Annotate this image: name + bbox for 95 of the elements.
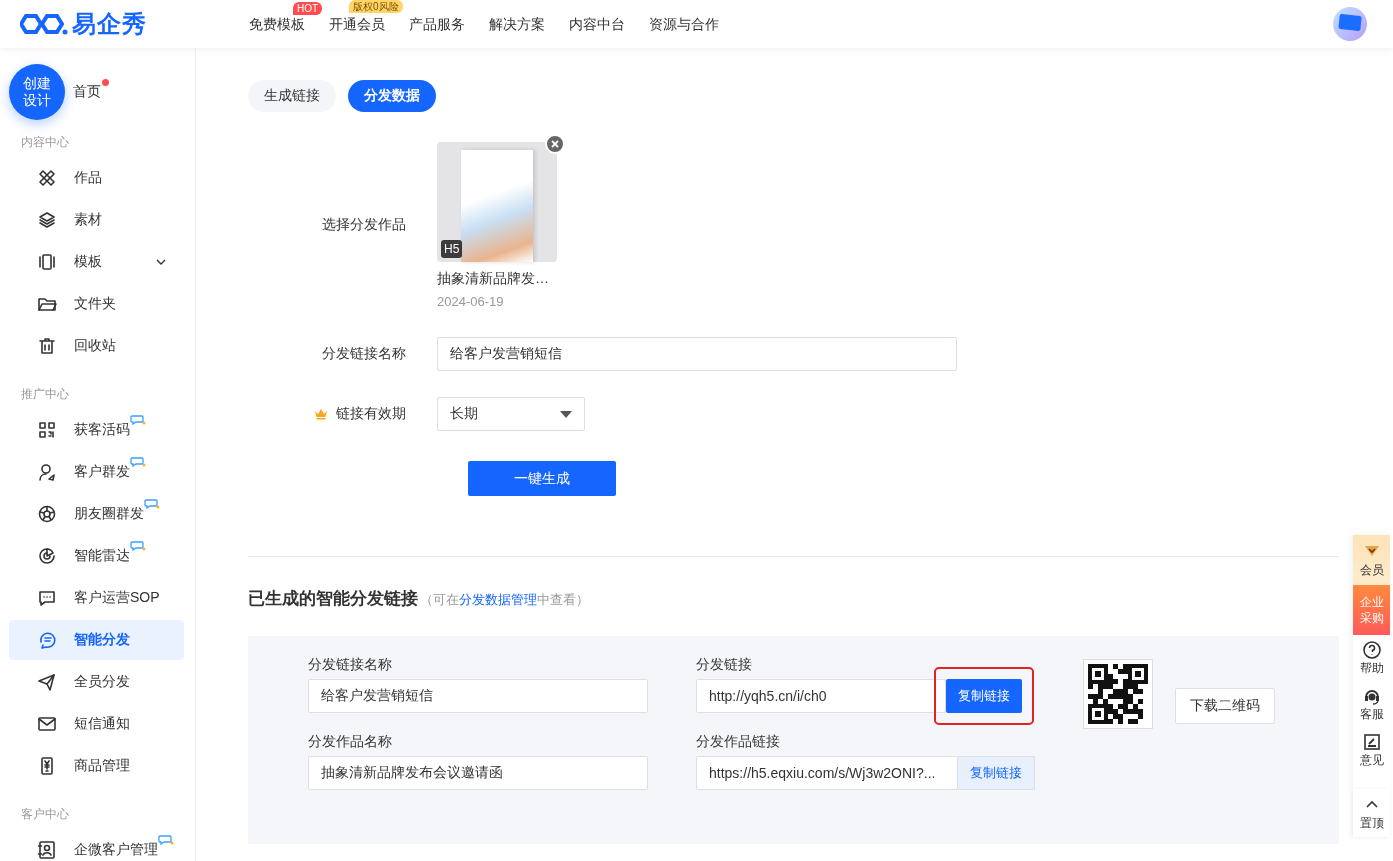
template-icon <box>37 252 57 272</box>
sidebar-item-label: 智能雷达 <box>74 547 130 565</box>
readonly-field[interactable]: https://h5.eqxiu.com/s/Wj3w2ONI?... <box>696 756 958 790</box>
sidebar-item-label: 企微客户管理 <box>74 841 158 859</box>
generate-button[interactable]: 一键生成 <box>468 461 616 496</box>
sidebar-item[interactable]: 回收站 <box>9 326 184 366</box>
sidebar-item-label: 模板 <box>74 253 102 271</box>
sidebar-item-label: 商品管理 <box>74 757 130 775</box>
copy-link-button[interactable]: 复制链接 <box>958 756 1035 790</box>
sidebar-item[interactable]: 全员分发 <box>9 662 184 702</box>
logo-text: 易企秀 <box>72 9 147 39</box>
sidebar-item[interactable]: 短信通知 <box>9 704 184 744</box>
aperture-icon <box>37 504 57 524</box>
create-design-button[interactable]: 创建设计 <box>9 64 65 120</box>
sidebar-item-label: 朋友圈群发 <box>74 505 144 523</box>
section-title: 内容中心 <box>21 134 70 150</box>
trash-icon <box>37 336 57 356</box>
sidebar-item[interactable]: 智能雷达 <box>9 536 184 576</box>
float-button-label[interactable]: 置顶 <box>1359 815 1384 831</box>
float-button-label[interactable]: 帮助 <box>1359 660 1384 676</box>
logo-icon <box>20 13 68 35</box>
validity-dropdown[interactable]: 长期 <box>437 397 585 431</box>
float-button-label[interactable]: 客服 <box>1359 706 1384 722</box>
readonly-field[interactable]: http://yqh5.cn/i/ch0 <box>696 679 946 713</box>
section-heading: 已生成的智能分发链接 <box>248 588 418 610</box>
work-date: 2024-06-19 <box>437 294 505 309</box>
nav-link[interactable]: 产品服务 <box>409 16 465 32</box>
sidebar-item[interactable]: 文件夹 <box>9 284 184 324</box>
field-label: 选择分发作品 <box>321 215 407 234</box>
qr-icon <box>37 420 57 440</box>
sidebar-item[interactable]: 作品 <box>9 158 184 198</box>
sidebar-item[interactable]: 智能分发 <box>9 620 184 660</box>
tab[interactable]: 分发数据 <box>348 80 436 112</box>
readonly-field[interactable]: 抽象清新品牌发布会议邀请函 <box>308 756 648 790</box>
field-label: 分发作品链接 <box>696 733 781 751</box>
dropdown-value: 长期 <box>450 405 478 423</box>
field-label: 分发链接 <box>696 656 753 674</box>
sidebar-item[interactable]: 商品管理 <box>9 746 184 786</box>
qr-code <box>1083 659 1153 729</box>
readonly-field[interactable]: 给客户发营销短信 <box>308 679 648 713</box>
sidebar-item-label: 客户运营SOP <box>74 589 160 607</box>
sidebar-item-label: 作品 <box>74 169 102 187</box>
sidebar-item[interactable]: 获客活码 <box>9 410 184 450</box>
radar-icon <box>37 546 57 566</box>
sidebar-item[interactable]: 客户群发 <box>9 452 184 492</box>
caret-down-icon <box>560 410 572 418</box>
share-icon <box>37 630 57 650</box>
nav-badge: 版权0风险 <box>349 0 403 13</box>
tools-icon <box>37 168 57 188</box>
sidebar-item-label: 获客活码 <box>74 421 130 439</box>
sidebar-item-label: 回收站 <box>74 337 116 355</box>
field-label: 分发链接名称 <box>308 656 393 674</box>
sidebar-item[interactable]: 企微客户管理 <box>9 830 184 861</box>
sidebar-item-label: 短信通知 <box>74 715 130 733</box>
sidebar-item[interactable]: 模板 <box>9 242 184 282</box>
copy-link-button[interactable]: 复制链接 <box>946 679 1022 713</box>
sidebar-item-label: 文件夹 <box>74 295 116 313</box>
vip-avatar[interactable] <box>1333 7 1367 41</box>
section-note: （可在分发数据管理中查看） <box>420 591 589 609</box>
contact-icon <box>37 840 57 860</box>
sidebar-item-label: 客户群发 <box>74 463 130 481</box>
section-title: 推广中心 <box>21 386 70 402</box>
tab[interactable]: 生成链接 <box>248 80 336 112</box>
name-input[interactable]: 给客户发营销短信 <box>437 337 957 371</box>
nav-badge: HOT <box>293 2 323 15</box>
chat-icon <box>37 588 57 608</box>
home-link[interactable]: 首页 <box>73 83 101 99</box>
nav-link[interactable]: 免费模板 <box>249 16 305 32</box>
field-label: 分发链接名称 <box>321 344 407 363</box>
field-label: 分发作品名称 <box>308 733 393 751</box>
data-management-link[interactable]: 分发数据管理 <box>459 592 537 607</box>
nav-link[interactable]: 内容中台 <box>569 16 625 32</box>
nav-link[interactable]: 解决方案 <box>489 16 545 32</box>
user-send-icon <box>37 462 57 482</box>
mail-icon <box>37 714 57 734</box>
format-badge: H5 <box>441 240 463 258</box>
nav-link[interactable]: 开通会员 <box>329 16 385 32</box>
work-title: 抽象清新品牌发… <box>437 270 550 288</box>
edit-icon <box>1361 732 1382 752</box>
section-title: 客户中心 <box>21 806 70 822</box>
sidebar-item[interactable]: 朋友圈群发 <box>9 494 184 534</box>
close-icon <box>551 140 559 148</box>
question-icon <box>1361 640 1382 660</box>
sidebar-item[interactable]: 素材 <box>9 200 184 240</box>
download-qr-button[interactable]: 下载二维码 <box>1175 688 1275 724</box>
remove-button[interactable] <box>545 134 565 154</box>
nav-link[interactable]: 资源与合作 <box>649 16 719 32</box>
field-label: 链接有效期 <box>336 405 406 423</box>
plane-icon <box>37 672 57 692</box>
sidebar-item-label: 全员分发 <box>74 673 130 691</box>
sidebar-item[interactable]: 客户运营SOP <box>9 578 184 618</box>
sidebar-item-label: 素材 <box>74 211 102 229</box>
sidebar-item-label: 智能分发 <box>74 631 130 649</box>
float-button-label[interactable]: 意见 <box>1359 752 1384 768</box>
layers-icon <box>37 210 57 230</box>
